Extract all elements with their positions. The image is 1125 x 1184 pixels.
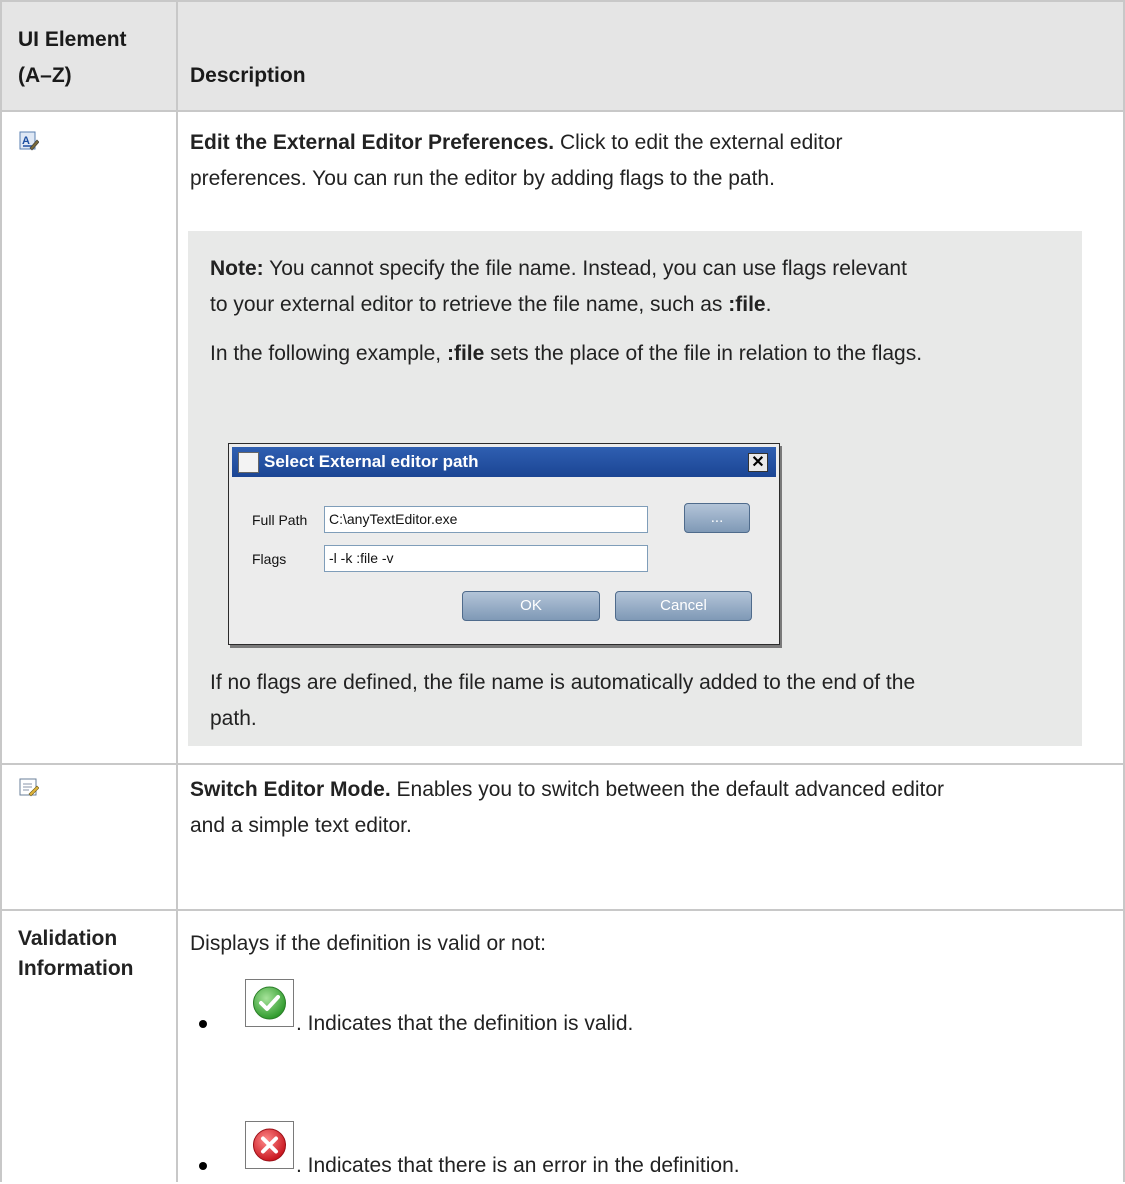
valid-check-frame: [245, 979, 294, 1027]
valid-item-text: . Indicates that the definition is valid…: [296, 1012, 634, 1035]
error-item-text: . Indicates that there is an error in th…: [296, 1154, 740, 1177]
error-x-icon: [253, 1128, 286, 1162]
valid-check-icon: [253, 986, 286, 1020]
validation-items: . Indicates that the definition is valid…: [0, 0, 1125, 1182]
error-x-frame: [245, 1121, 294, 1169]
